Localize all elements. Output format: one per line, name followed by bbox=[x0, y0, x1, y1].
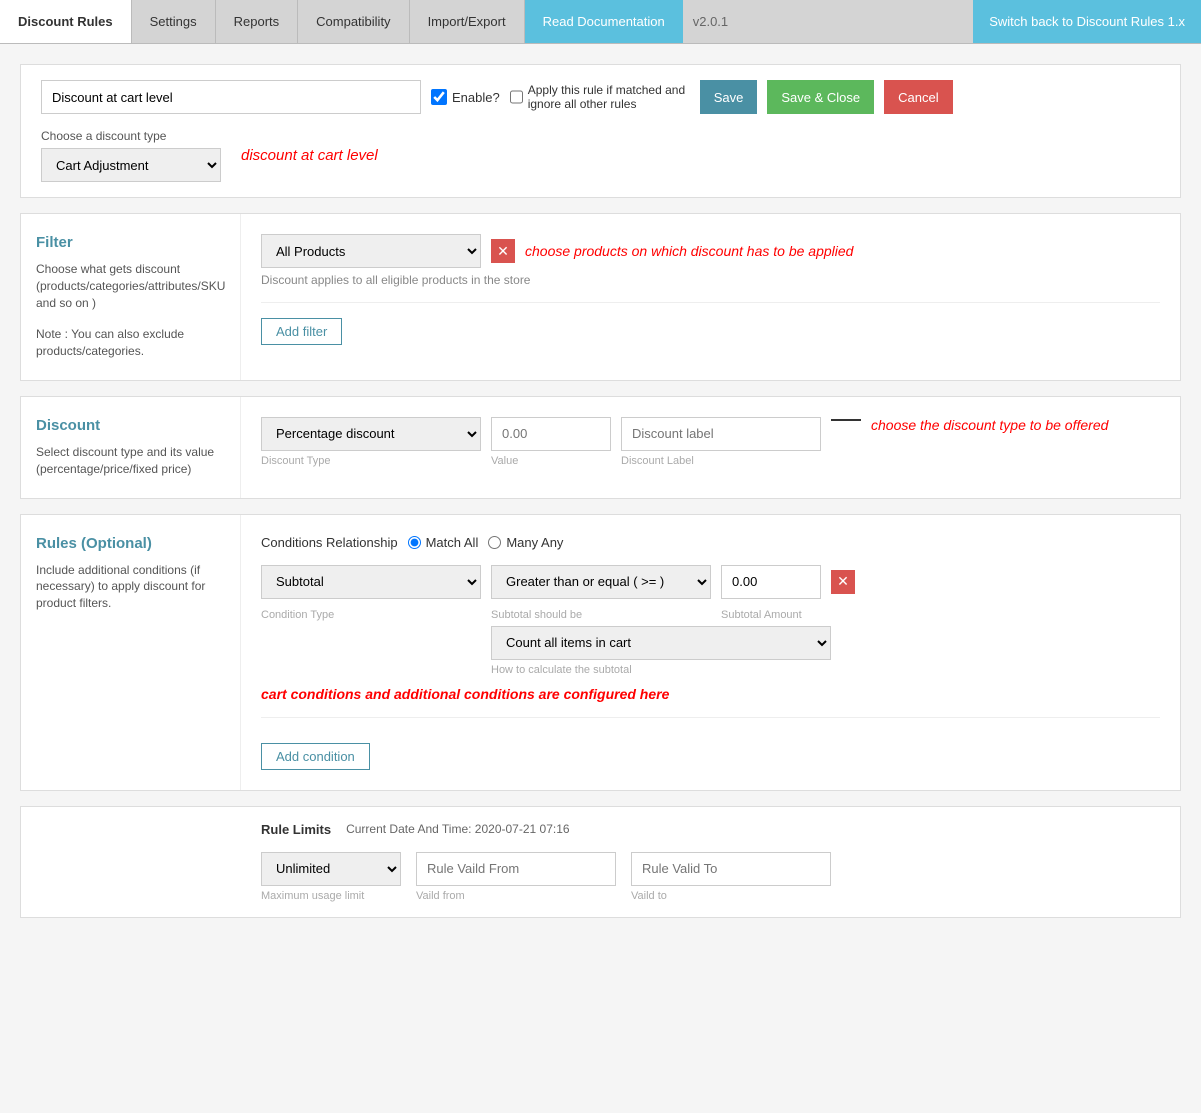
limit-label: Maximum usage limit bbox=[261, 890, 401, 902]
subtotal-calc-label: How to calculate the subtotal bbox=[491, 664, 1160, 676]
filter-section: Filter Choose what gets discount (produc… bbox=[20, 213, 1181, 381]
many-any-radio[interactable] bbox=[488, 536, 501, 549]
apply-rule-area: Apply this rule if matched and ignore al… bbox=[510, 83, 690, 111]
header-section: Enable? Apply this rule if matched and i… bbox=[20, 64, 1181, 198]
rule-limits-body: Rule Limits Current Date And Time: 2020-… bbox=[241, 807, 1180, 917]
many-any-radio-group: Many Any bbox=[488, 535, 563, 550]
condition-value-label: Subtotal Amount bbox=[721, 609, 821, 621]
condition-type-select[interactable]: Subtotal Total Quantity Total Weight Cus… bbox=[261, 565, 481, 599]
condition-value-input[interactable] bbox=[721, 565, 821, 599]
condition-operator-label: Subtotal should be bbox=[491, 609, 711, 621]
match-all-radio-group: Match All bbox=[408, 535, 479, 550]
discount-value-col: Value bbox=[491, 417, 611, 467]
rules-body: Conditions Relationship Match All Many A… bbox=[241, 515, 1180, 790]
condition-type-label: Condition Type bbox=[261, 609, 481, 621]
filter-remove-button[interactable]: ✕ bbox=[491, 239, 515, 263]
discount-row: Percentage discount Fixed Price Fixed Am… bbox=[261, 417, 1160, 467]
to-label: Vaild to bbox=[631, 890, 831, 902]
discount-type-col: Percentage discount Fixed Price Fixed Am… bbox=[261, 417, 481, 467]
rules-sidebar: Rules (Optional) Include additional cond… bbox=[21, 515, 241, 790]
cancel-button[interactable]: Cancel bbox=[884, 80, 952, 114]
discount-description: Select discount type and its value (perc… bbox=[36, 444, 225, 478]
discount-label-label: Discount Label bbox=[621, 455, 821, 467]
discount-type-annotation: discount at cart level bbox=[241, 147, 378, 164]
rules-annotation: cart conditions and additional condition… bbox=[261, 686, 1160, 702]
subtotal-calc-select[interactable]: Count all items in cart Count unique ite… bbox=[491, 626, 831, 660]
save-button[interactable]: Save bbox=[700, 80, 758, 114]
discount-type-select[interactable]: Cart Adjustment Product Discount Buy X G… bbox=[41, 148, 221, 182]
tab-reports[interactable]: Reports bbox=[216, 0, 299, 43]
tab-import-export[interactable]: Import/Export bbox=[410, 0, 525, 43]
limit-col: Unlimited Limited Maximum usage limit bbox=[261, 852, 401, 902]
match-all-label: Match All bbox=[426, 535, 479, 550]
discount-annotation: choose the discount type to be offered bbox=[871, 417, 1108, 433]
tab-bar: Discount Rules Settings Reports Compatib… bbox=[0, 0, 1201, 44]
filter-row: All Products Specific Products Specific … bbox=[261, 234, 1160, 268]
condition-row: Subtotal Total Quantity Total Weight Cus… bbox=[261, 565, 1160, 599]
discount-label-col: Discount Label bbox=[621, 417, 821, 467]
rule-limits-row: Unlimited Limited Maximum usage limit Va… bbox=[261, 852, 1160, 902]
rules-section: Rules (Optional) Include additional cond… bbox=[20, 514, 1181, 791]
apply-rule-label: Apply this rule if matched and ignore al… bbox=[528, 83, 690, 111]
rules-title: Rules (Optional) bbox=[36, 535, 225, 552]
enable-checkbox[interactable] bbox=[431, 89, 447, 105]
read-documentation-button[interactable]: Read Documentation bbox=[525, 0, 683, 43]
discount-value-input[interactable] bbox=[491, 417, 611, 451]
filter-select[interactable]: All Products Specific Products Specific … bbox=[261, 234, 481, 268]
from-input[interactable] bbox=[416, 852, 616, 886]
to-input[interactable] bbox=[631, 852, 831, 886]
filter-description: Choose what gets discount (products/cate… bbox=[36, 261, 225, 311]
discount-type-label: Choose a discount type bbox=[41, 129, 221, 143]
limit-select[interactable]: Unlimited Limited bbox=[261, 852, 401, 886]
condition-remove-button[interactable]: ✕ bbox=[831, 570, 855, 594]
enable-label: Enable? bbox=[452, 90, 500, 105]
match-all-radio[interactable] bbox=[408, 536, 421, 549]
discount-value-label: Value bbox=[491, 455, 611, 467]
rules-description: Include additional conditions (if necess… bbox=[36, 562, 225, 612]
conditions-relationship-label: Conditions Relationship bbox=[261, 535, 398, 550]
discount-type-col-label: Discount Type bbox=[261, 455, 481, 467]
filter-note: Note : You can also exclude products/cat… bbox=[36, 326, 225, 360]
tab-settings[interactable]: Settings bbox=[132, 0, 216, 43]
filter-annotation: choose products on which discount has to… bbox=[525, 243, 853, 259]
conditions-relationship: Conditions Relationship Match All Many A… bbox=[261, 535, 1160, 550]
discount-annotation-wrapper: choose the discount type to be offered bbox=[831, 417, 1108, 433]
discount-body: Percentage discount Fixed Price Fixed Am… bbox=[241, 397, 1180, 498]
discount-sidebar: Discount Select discount type and its va… bbox=[21, 397, 241, 498]
version-label: v2.0.1 bbox=[683, 14, 738, 29]
discount-label-input[interactable] bbox=[621, 417, 821, 451]
from-col: Vaild from bbox=[416, 852, 616, 902]
switch-back-button[interactable]: Switch back to Discount Rules 1.x bbox=[973, 0, 1201, 43]
rule-limits-section: Rule Limits Current Date And Time: 2020-… bbox=[20, 806, 1181, 918]
filter-note-text: Discount applies to all eligible product… bbox=[261, 273, 1160, 287]
tab-compatibility[interactable]: Compatibility bbox=[298, 0, 409, 43]
rule-limits-date: Current Date And Time: 2020-07-21 07:16 bbox=[346, 822, 569, 836]
discount-type-main-select[interactable]: Percentage discount Fixed Price Fixed Am… bbox=[261, 417, 481, 451]
save-close-button[interactable]: Save & Close bbox=[767, 80, 874, 114]
filter-body: All Products Specific Products Specific … bbox=[241, 214, 1180, 380]
rule-limits-header: Rule Limits Current Date And Time: 2020-… bbox=[261, 822, 1160, 837]
filter-sidebar: Filter Choose what gets discount (produc… bbox=[21, 214, 241, 380]
add-condition-button[interactable]: Add condition bbox=[261, 743, 370, 770]
condition-operator-select[interactable]: Greater than or equal ( >= ) Less than (… bbox=[491, 565, 711, 599]
enable-area: Enable? bbox=[431, 89, 500, 105]
rule-name-input[interactable] bbox=[41, 80, 421, 114]
apply-rule-checkbox[interactable] bbox=[510, 89, 523, 105]
from-label: Vaild from bbox=[416, 890, 616, 902]
main-content: Enable? Apply this rule if matched and i… bbox=[0, 44, 1201, 1113]
add-filter-button[interactable]: Add filter bbox=[261, 318, 342, 345]
filter-title: Filter bbox=[36, 234, 225, 251]
tab-discount-rules[interactable]: Discount Rules bbox=[0, 0, 132, 43]
rule-limits-title: Rule Limits bbox=[261, 822, 331, 837]
discount-section: Discount Select discount type and its va… bbox=[20, 396, 1181, 499]
discount-title: Discount bbox=[36, 417, 225, 434]
to-col: Vaild to bbox=[631, 852, 831, 902]
many-any-label: Many Any bbox=[506, 535, 563, 550]
